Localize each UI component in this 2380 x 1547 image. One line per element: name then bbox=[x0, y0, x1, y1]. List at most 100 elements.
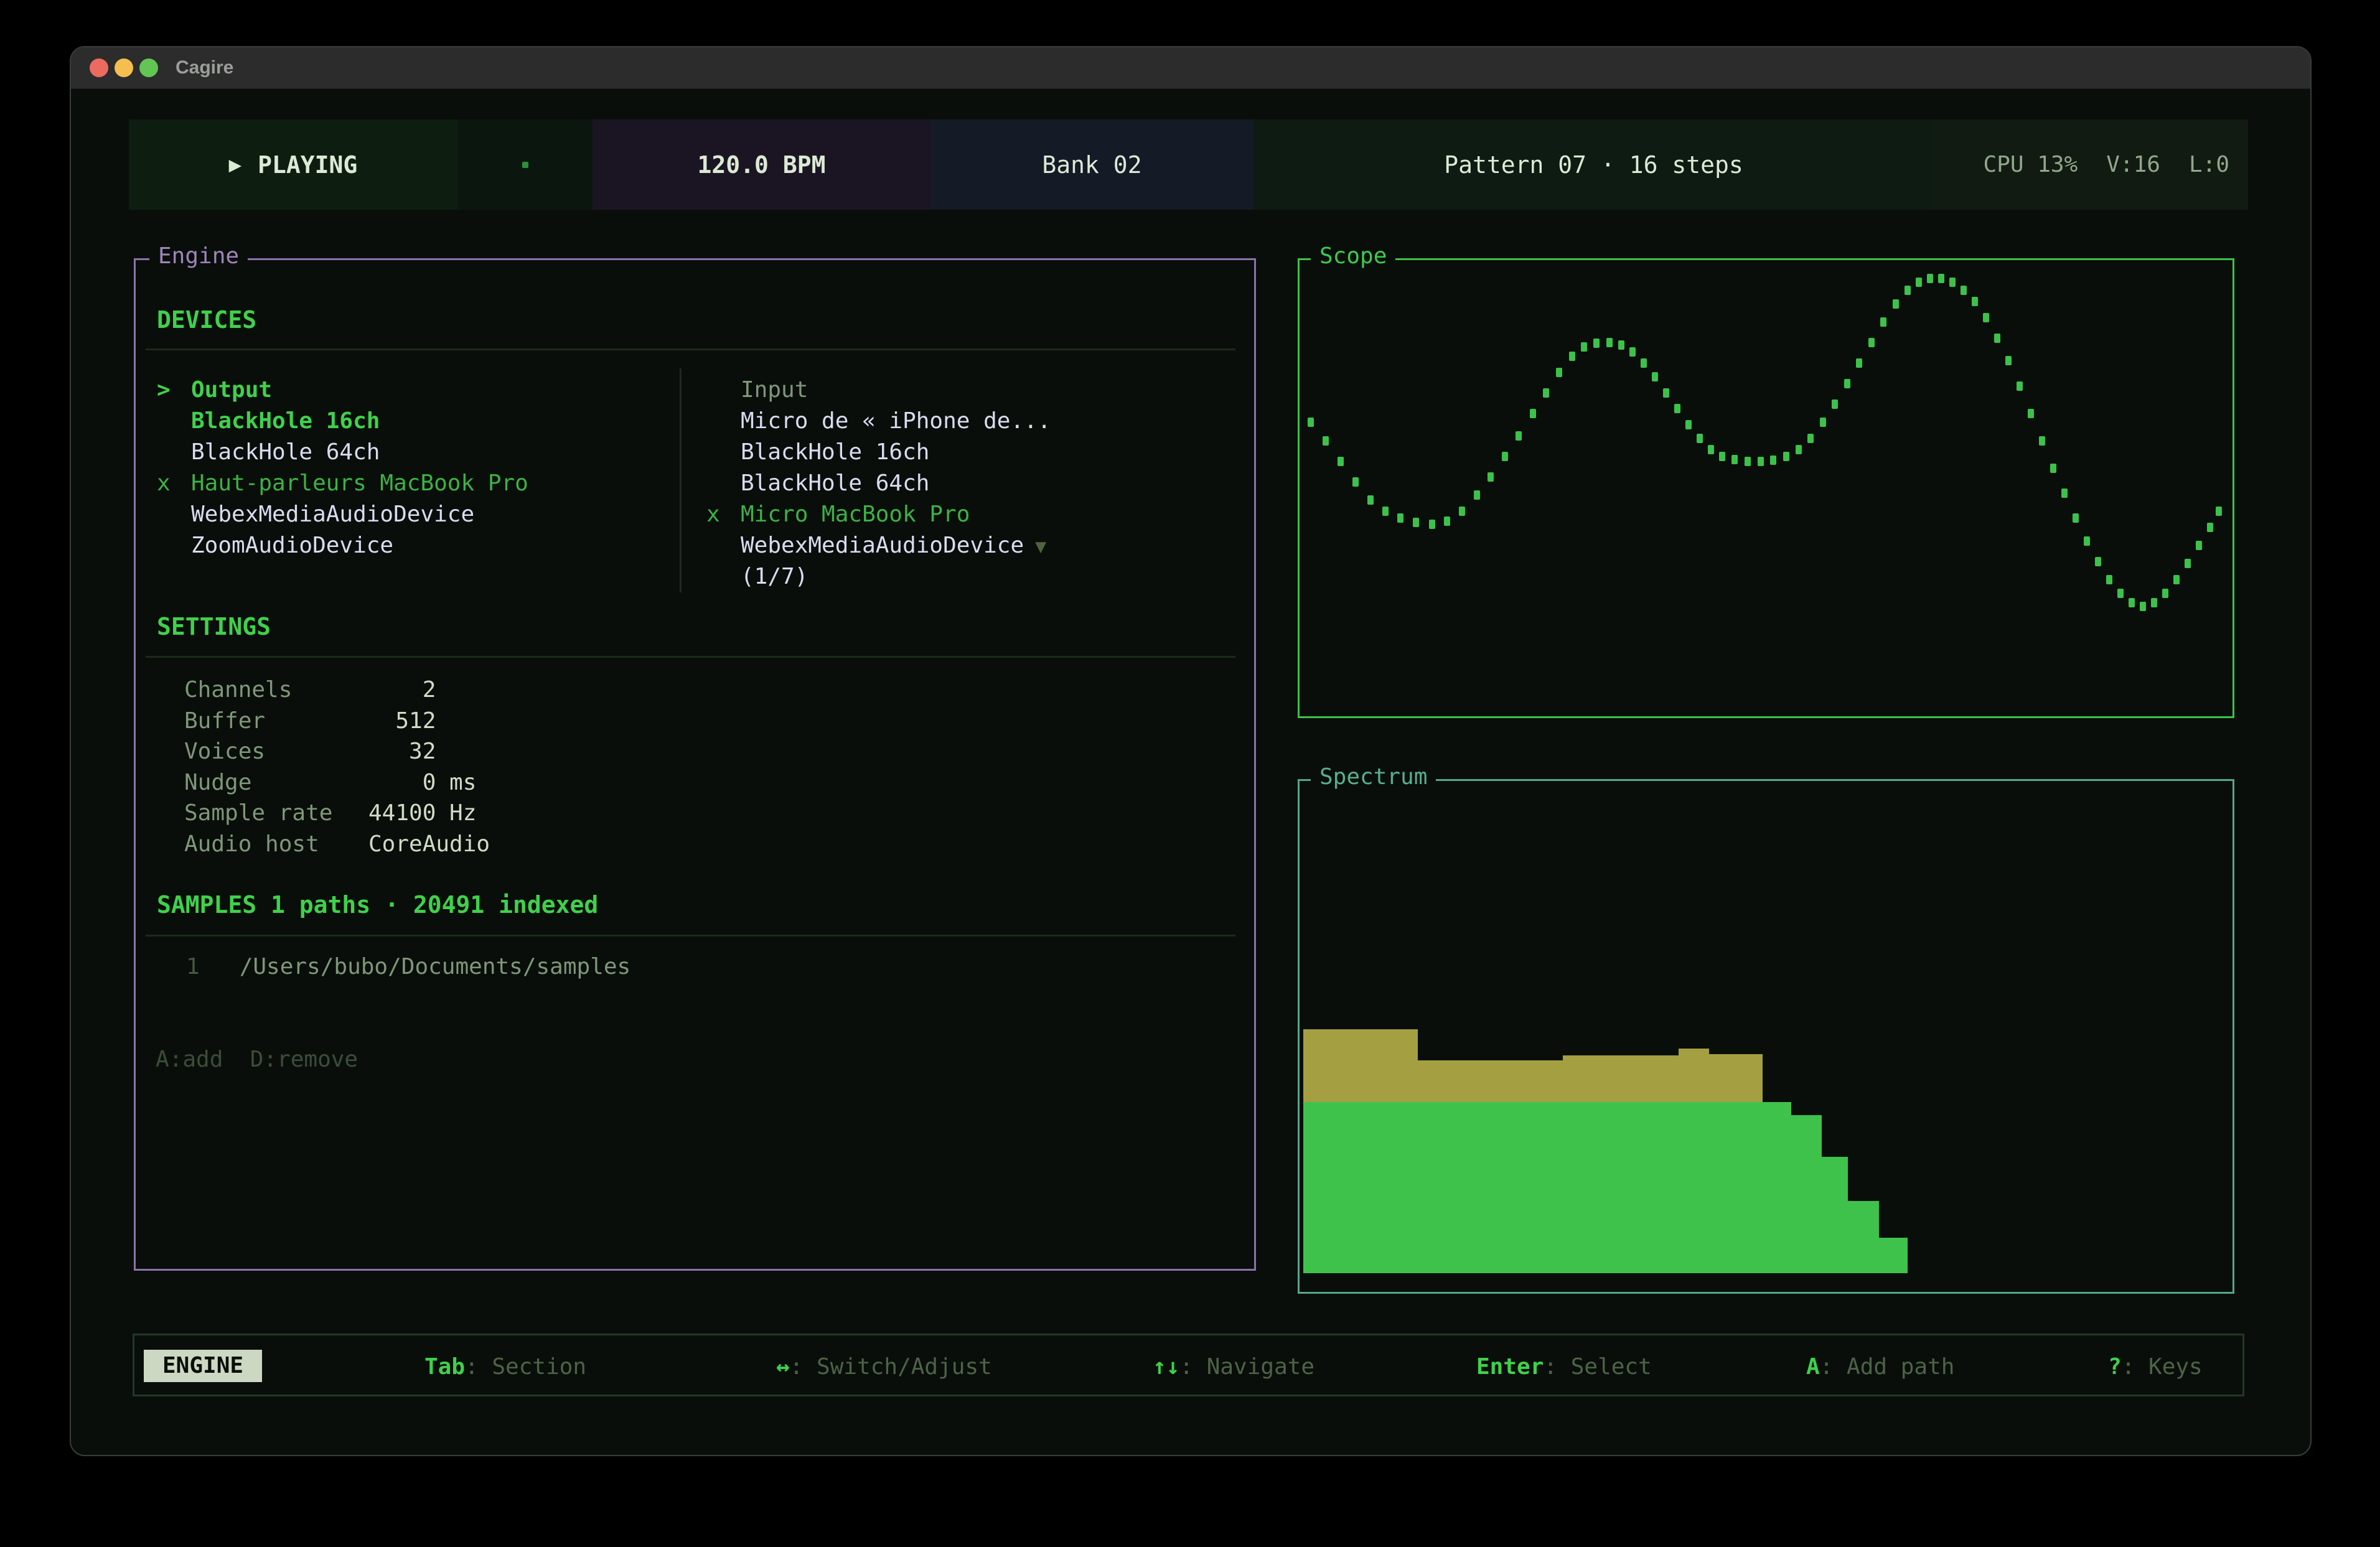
spectrum-peak-bar bbox=[1303, 1029, 1418, 1102]
scope-sample-dot bbox=[1844, 379, 1850, 388]
output-device-item-label: ZoomAudioDevice bbox=[191, 533, 393, 558]
scope-sample-dot bbox=[1927, 274, 1933, 283]
spectrum-level-bar bbox=[1791, 1115, 1822, 1273]
cpu-usage: CPU 13% bbox=[1984, 152, 2078, 177]
scope-sample-dot bbox=[2028, 409, 2034, 418]
status-bar: ▶PLAYING 120.0 BPM Bank 02 Pattern 07 · … bbox=[129, 119, 2248, 210]
input-device-item[interactable]: BlackHole 64ch bbox=[706, 471, 929, 496]
key-hint-select: Enter: Select bbox=[1476, 1354, 1652, 1380]
scope-sample-dot bbox=[2073, 513, 2079, 523]
setting-label: Sample rate bbox=[184, 801, 332, 826]
hint-key: ? bbox=[2108, 1354, 2122, 1380]
scope-sample-dot bbox=[2039, 436, 2045, 446]
scope-sample-dot bbox=[1618, 340, 1624, 350]
scope-sample-dot bbox=[1308, 418, 1314, 427]
scope-sample-dot bbox=[1352, 477, 1359, 487]
scope-sample-dot bbox=[2162, 589, 2168, 598]
scope-sample-dot bbox=[1593, 339, 1600, 348]
scope-sample-dot bbox=[1783, 452, 1789, 461]
scope-sample-dot bbox=[1581, 342, 1587, 352]
scope-sample-dot bbox=[1569, 352, 1575, 361]
scope-sample-dot bbox=[2216, 507, 2222, 516]
sample-path-index: 1 bbox=[186, 954, 200, 979]
footer-bar: ENGINE Tab: Section↔: Switch/Adjust↑↓: N… bbox=[133, 1334, 2244, 1396]
setting-value: 2 bbox=[368, 678, 436, 703]
input-column-header: Input bbox=[706, 378, 808, 403]
scope-sample-dot bbox=[1745, 457, 1751, 466]
active-device-marker: x bbox=[706, 502, 741, 527]
scope-sample-dot bbox=[1807, 434, 1814, 443]
scope-sample-dot bbox=[1938, 274, 1944, 283]
spectrum-level-bar bbox=[1763, 1102, 1791, 1273]
setting-label: Buffer bbox=[184, 709, 265, 734]
setting-value: CoreAudio bbox=[368, 832, 490, 857]
active-device-marker: x bbox=[157, 471, 191, 496]
hint-key: Enter bbox=[1476, 1354, 1544, 1380]
input-device-item[interactable]: xMicro MacBook Pro bbox=[706, 502, 970, 527]
scope-sample-dot bbox=[1796, 445, 1802, 454]
scope-sample-dot bbox=[1323, 436, 1329, 446]
transport-status[interactable]: ▶PLAYING bbox=[129, 119, 457, 210]
output-device-item-label: BlackHole 16ch bbox=[191, 408, 380, 434]
spectrum-peak-bar bbox=[1418, 1060, 1563, 1102]
scope-sample-dot bbox=[1674, 404, 1680, 413]
output-device-item[interactable]: BlackHole 16ch bbox=[157, 409, 380, 434]
scope-sample-dot bbox=[2005, 356, 2012, 365]
cpu-meter-segment: CPU 13%V:16L:0 bbox=[1934, 119, 2248, 210]
setting-value: 512 bbox=[368, 709, 436, 734]
scope-sample-dot bbox=[1949, 278, 1956, 287]
input-device-item-label: WebexMediaAudioDevice bbox=[741, 533, 1024, 558]
scope-sample-dot bbox=[1543, 388, 1549, 398]
pattern-display[interactable]: Pattern 07 · 16 steps bbox=[1253, 119, 1934, 210]
play-icon: ▶ bbox=[229, 152, 241, 177]
scope-sample-dot bbox=[1994, 334, 2000, 343]
scope-sample-dot bbox=[2129, 598, 2135, 607]
scope-sample-dot bbox=[1758, 457, 1764, 466]
key-hint-keys: ?: Keys bbox=[2108, 1354, 2203, 1380]
divider bbox=[146, 348, 1235, 350]
hint-description: : Section bbox=[465, 1354, 586, 1380]
hint-description: : Keys bbox=[2122, 1354, 2203, 1380]
output-device-item[interactable]: xHaut-parleurs MacBook Pro bbox=[157, 471, 528, 496]
scope-sample-dot bbox=[1880, 317, 1886, 327]
scope-sample-dot bbox=[2095, 557, 2101, 566]
input-device-item[interactable]: Micro de « iPhone de... bbox=[706, 409, 1051, 434]
input-device-item-label: Micro MacBook Pro bbox=[741, 502, 970, 527]
scope-sample-dot bbox=[2050, 464, 2056, 473]
active-section-badge[interactable]: ENGINE bbox=[144, 1350, 262, 1382]
spectrum-peak-bar bbox=[1709, 1054, 1763, 1102]
scope-sample-dot bbox=[2117, 589, 2124, 598]
input-device-item[interactable]: WebexMediaAudioDevice▼ bbox=[706, 533, 1046, 559]
setting-label: Audio host bbox=[184, 832, 319, 857]
output-device-item[interactable]: ZoomAudioDevice bbox=[157, 533, 393, 558]
window-title: Cagire bbox=[176, 57, 233, 78]
close-window-button[interactable] bbox=[90, 58, 108, 77]
key-hint-add-path: A: Add path bbox=[1806, 1354, 1954, 1380]
input-device-item[interactable]: BlackHole 16ch bbox=[706, 440, 929, 465]
scope-sample-dot bbox=[1904, 286, 1911, 295]
output-device-item[interactable]: BlackHole 64ch bbox=[157, 440, 380, 465]
key-hint-switch-adjust: ↔: Switch/Adjust bbox=[776, 1354, 992, 1380]
setting-value: 0 ms bbox=[368, 770, 476, 795]
zoom-window-button[interactable] bbox=[139, 58, 158, 77]
input-device-item-label: BlackHole 16ch bbox=[741, 439, 929, 465]
minimize-window-button[interactable] bbox=[115, 58, 133, 77]
divider bbox=[146, 935, 1235, 937]
app-window: Cagire ▶PLAYING 120.0 BPM Bank 02 Patter… bbox=[70, 46, 2312, 1456]
scope-sample-dot bbox=[1516, 431, 1522, 441]
scope-sample-dot bbox=[1530, 409, 1536, 418]
scope-panel: Scope bbox=[1298, 258, 2234, 718]
bpm-display[interactable]: 120.0 BPM bbox=[593, 119, 930, 210]
scope-sample-dot bbox=[1413, 518, 1419, 527]
scope-sample-dot bbox=[1731, 455, 1738, 464]
scope-sample-dot bbox=[1606, 338, 1613, 347]
bank-display[interactable]: Bank 02 bbox=[930, 119, 1253, 210]
input-device-item-label: BlackHole 64ch bbox=[741, 470, 929, 496]
output-device-item-label: WebexMediaAudioDevice bbox=[191, 502, 474, 527]
sample-path-row[interactable]: 1/Users/bubo/Documents/samples bbox=[186, 955, 630, 979]
scope-sample-dot bbox=[1868, 338, 1875, 347]
output-device-item[interactable]: WebexMediaAudioDevice bbox=[157, 502, 474, 527]
hint-description: : Select bbox=[1544, 1354, 1651, 1380]
spectrum-bars bbox=[1300, 781, 2232, 1292]
spectrum-peak-bar bbox=[1679, 1049, 1709, 1102]
